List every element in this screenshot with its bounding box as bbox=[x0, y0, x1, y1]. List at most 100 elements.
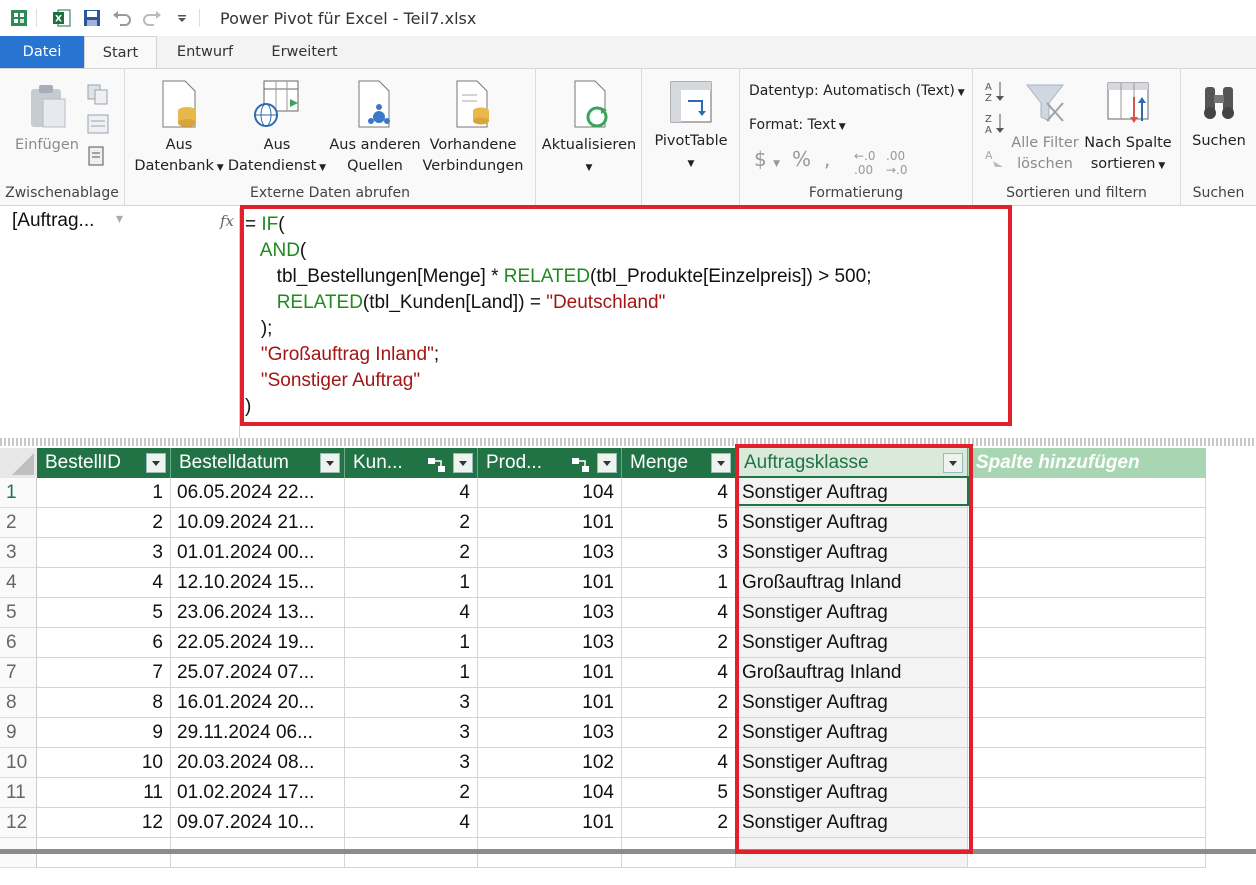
cell-bestellid[interactable]: 5 bbox=[37, 598, 171, 628]
cell-kunde[interactable]: 3 bbox=[345, 688, 478, 718]
cell-bestellid[interactable]: 7 bbox=[37, 658, 171, 688]
cell-bestelldatum[interactable]: 01.02.2024 17... bbox=[171, 778, 345, 808]
cell-produkt[interactable]: 104 bbox=[478, 478, 622, 508]
cell-empty[interactable] bbox=[968, 628, 1206, 658]
cell-empty[interactable] bbox=[968, 748, 1206, 778]
name-box-dropdown-icon[interactable]: ▾ bbox=[116, 210, 123, 227]
cell-kunde[interactable]: 4 bbox=[345, 598, 478, 628]
cell-empty[interactable] bbox=[968, 598, 1206, 628]
datatype-dropdown[interactable]: Datentyp: Automatisch (Text) ▼ bbox=[749, 83, 965, 99]
cell-bestelldatum[interactable]: 16.01.2024 20... bbox=[171, 688, 345, 718]
cell-menge[interactable]: 2 bbox=[622, 688, 736, 718]
paste-button[interactable]: Einfügen bbox=[10, 81, 84, 156]
row-number[interactable]: 1 bbox=[0, 478, 37, 508]
filter-dropdown-icon[interactable] bbox=[453, 453, 473, 473]
row-number[interactable]: 2 bbox=[0, 508, 37, 538]
cell-empty[interactable] bbox=[968, 778, 1206, 808]
tab-datei[interactable]: Datei bbox=[0, 36, 84, 68]
cell-bestelldatum[interactable]: 20.03.2024 08... bbox=[171, 748, 345, 778]
cell-bestelldatum[interactable]: 09.07.2024 10... bbox=[171, 808, 345, 838]
filter-dropdown-icon[interactable] bbox=[146, 453, 166, 473]
cell-bestelldatum[interactable]: 25.07.2024 07... bbox=[171, 658, 345, 688]
cell-menge[interactable]: 2 bbox=[622, 808, 736, 838]
cell-bestellid[interactable]: 9 bbox=[37, 718, 171, 748]
column-header-bestellid[interactable]: BestellID bbox=[37, 448, 171, 478]
existing-connections-button[interactable]: Vorhandene Verbindungen bbox=[421, 79, 525, 177]
cell-bestellid[interactable]: 11 bbox=[37, 778, 171, 808]
from-database-button[interactable]: Aus Datenbank ▼ bbox=[133, 79, 225, 179]
tab-entwurf[interactable]: Entwurf bbox=[157, 36, 253, 68]
cell-bestellid[interactable]: 1 bbox=[37, 478, 171, 508]
cut-icon[interactable] bbox=[86, 113, 110, 139]
cell-bestelldatum[interactable]: 22.05.2024 19... bbox=[171, 628, 345, 658]
row-number[interactable]: 9 bbox=[0, 718, 37, 748]
cell-bestelldatum[interactable]: 23.06.2024 13... bbox=[171, 598, 345, 628]
cell-menge[interactable]: 2 bbox=[622, 718, 736, 748]
cell-produkt[interactable]: 103 bbox=[478, 598, 622, 628]
cell-bestelldatum[interactable]: 29.11.2024 06... bbox=[171, 718, 345, 748]
cell-kunde[interactable]: 4 bbox=[345, 478, 478, 508]
cell-kunde[interactable]: 1 bbox=[345, 658, 478, 688]
cell-produkt[interactable]: 104 bbox=[478, 778, 622, 808]
cell-menge[interactable]: 5 bbox=[622, 508, 736, 538]
format-dropdown[interactable]: Format: Text ▼ bbox=[749, 117, 846, 133]
cell-empty[interactable] bbox=[968, 538, 1206, 568]
name-box[interactable]: [Auftrag... ▾ fx bbox=[0, 208, 240, 438]
row-number[interactable]: 3 bbox=[0, 538, 37, 568]
excel-icon[interactable]: X bbox=[51, 7, 73, 29]
cell-bestelldatum[interactable]: 06.05.2024 22... bbox=[171, 478, 345, 508]
cell-bestellid[interactable]: 12 bbox=[37, 808, 171, 838]
cell-bestelldatum[interactable]: 10.09.2024 21... bbox=[171, 508, 345, 538]
clear-filters-button[interactable]: Alle Filter löschen bbox=[1009, 79, 1081, 175]
customize-dropdown-icon[interactable] bbox=[171, 7, 193, 29]
cell-kunde[interactable]: 3 bbox=[345, 748, 478, 778]
add-column-header[interactable]: Spalte hinzufügen bbox=[968, 448, 1206, 478]
cell-empty[interactable] bbox=[968, 478, 1206, 508]
column-header-bestelldatum[interactable]: Bestelldatum bbox=[171, 448, 345, 478]
column-header-menge[interactable]: Menge bbox=[622, 448, 736, 478]
cell-produkt[interactable]: 103 bbox=[478, 718, 622, 748]
cell-bestellid[interactable]: 2 bbox=[37, 508, 171, 538]
cell-menge[interactable]: 4 bbox=[622, 598, 736, 628]
column-header-kunde[interactable]: Kun... bbox=[345, 448, 478, 478]
clear-sort-icon[interactable]: A bbox=[983, 145, 1007, 173]
from-data-service-button[interactable]: Aus Datendienst ▼ bbox=[225, 79, 329, 179]
cell-produkt[interactable]: 101 bbox=[478, 508, 622, 538]
paste-append-icon[interactable] bbox=[86, 145, 110, 171]
cell-produkt[interactable]: 103 bbox=[478, 538, 622, 568]
cell-kunde[interactable]: 2 bbox=[345, 778, 478, 808]
cell-kunde[interactable]: 4 bbox=[345, 808, 478, 838]
cell-menge[interactable]: 1 bbox=[622, 568, 736, 598]
cell-produkt[interactable]: 101 bbox=[478, 688, 622, 718]
row-number[interactable]: 5 bbox=[0, 598, 37, 628]
row-number[interactable]: 7 bbox=[0, 658, 37, 688]
cell-bestellid[interactable]: 3 bbox=[37, 538, 171, 568]
tab-start[interactable]: Start bbox=[84, 36, 157, 69]
cell-empty[interactable] bbox=[968, 688, 1206, 718]
grid-bottom-splitter[interactable] bbox=[0, 849, 1256, 854]
tab-erweitert[interactable]: Erweitert bbox=[253, 36, 356, 68]
cell-menge[interactable]: 3 bbox=[622, 538, 736, 568]
percent-icon[interactable]: % bbox=[792, 147, 811, 171]
cell-kunde[interactable]: 1 bbox=[345, 568, 478, 598]
sort-by-column-button[interactable]: Nach Spalte sortieren ▼ bbox=[1081, 79, 1175, 177]
filter-dropdown-icon[interactable] bbox=[597, 453, 617, 473]
row-number[interactable]: 4 bbox=[0, 568, 37, 598]
sort-ascending-icon[interactable]: AZ bbox=[983, 79, 1007, 107]
from-other-sources-button[interactable]: Aus anderen Quellen bbox=[329, 79, 421, 177]
decrease-decimal-icon[interactable]: .00 →.0 bbox=[886, 149, 908, 177]
pane-splitter[interactable] bbox=[0, 438, 1256, 446]
cell-menge[interactable]: 4 bbox=[622, 478, 736, 508]
cell-kunde[interactable]: 1 bbox=[345, 628, 478, 658]
cell-produkt[interactable]: 102 bbox=[478, 748, 622, 778]
fx-icon[interactable]: fx bbox=[220, 212, 234, 230]
sort-descending-icon[interactable]: ZA bbox=[983, 111, 1007, 139]
cell-produkt[interactable]: 101 bbox=[478, 658, 622, 688]
row-number[interactable]: 12 bbox=[0, 808, 37, 838]
undo-icon[interactable] bbox=[111, 7, 133, 29]
save-icon[interactable] bbox=[81, 7, 103, 29]
cell-menge[interactable]: 4 bbox=[622, 658, 736, 688]
cell-bestelldatum[interactable]: 12.10.2024 15... bbox=[171, 568, 345, 598]
find-button[interactable]: Suchen bbox=[1185, 79, 1253, 152]
cell-bestellid[interactable]: 6 bbox=[37, 628, 171, 658]
